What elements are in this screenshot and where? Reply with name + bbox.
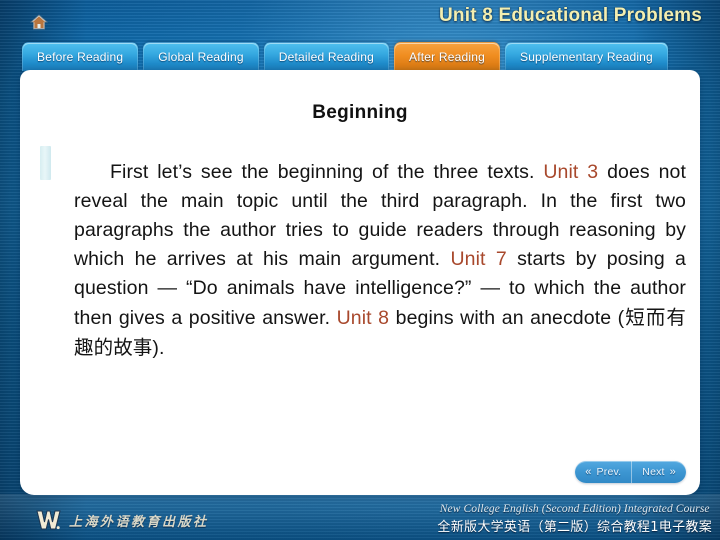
tab-bar: Before Reading Global Reading Detailed R… (0, 41, 668, 71)
tab-global-reading[interactable]: Global Reading (143, 42, 259, 71)
text-segment-1: First let’s see the beginning of the thr… (110, 161, 544, 183)
prev-button[interactable]: « Prev. (575, 461, 631, 483)
paragraph-marker (40, 146, 51, 180)
footer-bar: 上海外语教育出版社 New College English (Second Ed… (0, 494, 720, 540)
tab-detailed-reading[interactable]: Detailed Reading (263, 42, 389, 71)
tab-label: Before Reading (37, 50, 124, 64)
tab-label: Detailed Reading (278, 50, 374, 64)
page-title: Unit 8 Educational Problems (438, 5, 702, 26)
body-paragraph: First let’s see the beginning of the thr… (74, 158, 686, 363)
tab-supplementary-reading[interactable]: Supplementary Reading (504, 42, 668, 71)
content-heading: Beginning (312, 102, 408, 123)
course-title-cn: 全新版大学英语（第二版）综合教程1电子教案 (437, 520, 712, 535)
header-bar: Unit 8 Educational Problems (0, 0, 720, 42)
tab-label: Global Reading (158, 50, 244, 64)
course-title-en: New College English (Second Edition) Int… (439, 503, 710, 515)
content-panel: Beginning First let’s see the beginning … (20, 70, 700, 495)
home-icon[interactable] (29, 14, 49, 30)
text-segment-4: begins with an anecdote ( (389, 307, 625, 329)
publisher-logo-group: 上海外语教育出版社 (36, 509, 209, 531)
chevron-double-right-icon: » (669, 465, 676, 478)
w-logo (36, 509, 61, 531)
course-info: New College English (Second Edition) Int… (437, 503, 712, 535)
highlight-unit-7: Unit 7 (450, 248, 507, 270)
tab-label: Supplementary Reading (519, 50, 653, 64)
tab-before-reading[interactable]: Before Reading (22, 42, 139, 71)
chevron-double-left-icon: « (585, 465, 592, 478)
slide-root: Unit 8 Educational Problems Before Readi… (0, 0, 720, 540)
next-button[interactable]: Next » (631, 461, 686, 483)
prev-button-label: Prev. (596, 466, 622, 478)
text-segment-5: ). (152, 337, 165, 359)
tab-after-reading[interactable]: After Reading (394, 42, 500, 71)
next-button-label: Next (642, 466, 665, 478)
tab-label: After Reading (409, 50, 485, 64)
navigation-buttons: « Prev. Next » (575, 461, 686, 483)
highlight-unit-3: Unit 3 (543, 161, 599, 183)
publisher-name: 上海外语教育出版社 (69, 514, 209, 530)
highlight-unit-8: Unit 8 (336, 307, 390, 329)
